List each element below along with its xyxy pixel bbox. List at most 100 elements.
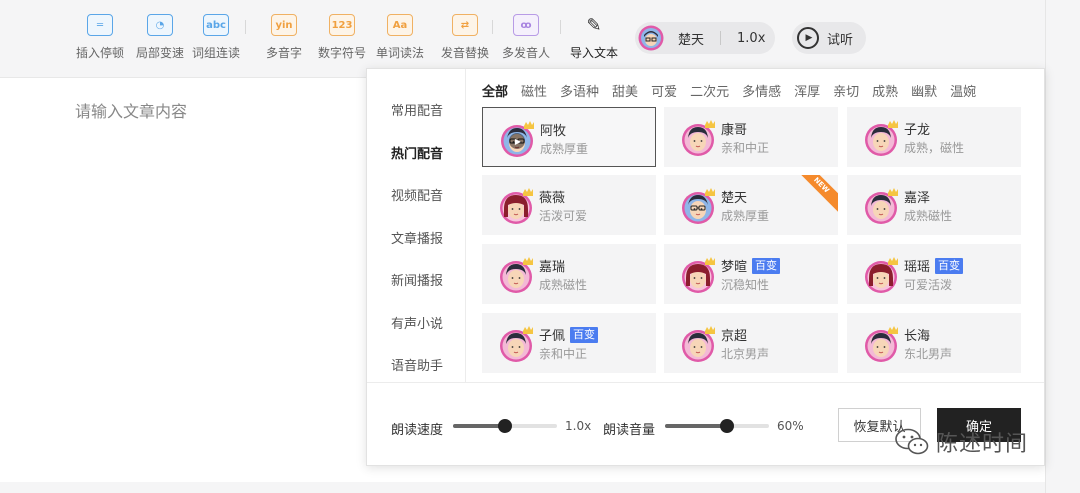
tool-pause-insert[interactable]: ═ 插入停顿 (70, 14, 130, 61)
divider (367, 382, 1044, 383)
right-panel-edge (1045, 0, 1080, 493)
toolbar-separator (492, 20, 493, 34)
voice-description: 北京男声 (721, 347, 770, 361)
tool-import-text[interactable]: ✎ 导入文本 (564, 14, 624, 61)
voice-name: 瑶瑶 (904, 260, 931, 275)
voice-name-row: 瑶瑶 百变 (904, 256, 964, 275)
voice-avatar-icon (680, 119, 716, 157)
voice-avatar-icon (863, 256, 899, 294)
voice-name-row: 阿牧 (540, 120, 566, 139)
watermark-text: 陈述时间 (936, 432, 1029, 457)
volume-slider-fill (665, 424, 728, 428)
tool-number-123[interactable]: 123 数字符号 (312, 14, 372, 61)
voice-card[interactable]: 楚天 成熟厚重 NEW (664, 175, 838, 235)
voice-avatar-icon (680, 187, 716, 225)
category-item[interactable]: 热门配音 (391, 143, 443, 162)
voice-avatar-icon (863, 119, 899, 157)
category-item[interactable]: 视频配音 (391, 185, 443, 204)
toolbar-separator (245, 20, 246, 34)
filter-tag[interactable]: 可爱 (651, 81, 677, 100)
voice-avatar-icon (498, 256, 534, 294)
filter-tag[interactable]: 二次元 (690, 81, 729, 100)
current-voice-name: 楚天 (678, 32, 705, 48)
voice-name-row: 嘉瑞 (539, 256, 565, 275)
listen-button[interactable]: ▶ 试听 (792, 22, 866, 54)
tool-label: 局部变速 (135, 46, 184, 60)
new-ribbon: NEW (791, 175, 838, 215)
swap-icon: ⇄ (452, 14, 478, 36)
voice-card[interactable]: 京超 北京男声 (664, 313, 838, 373)
voice-name-row: 子龙 (904, 119, 930, 138)
voice-card[interactable]: 子龙成熟，磁性 (847, 107, 1021, 167)
voice-name-row: 长海 (904, 325, 930, 344)
voice-name-row: 京超 (721, 325, 747, 344)
voice-card[interactable]: 长海 东北男声 (847, 313, 1021, 373)
filter-tag[interactable]: 多情感 (742, 81, 781, 100)
voice-selector-popup: 常用配音热门配音视频配音文章播报新闻播报有声小说语音助手 全部 磁性 多语种 甜美 可爱… (366, 68, 1045, 466)
voice-name: 京超 (721, 329, 748, 344)
listen-label: 试听 (827, 32, 854, 48)
voice-card[interactable]: 子佩 百变 亲和中正 (482, 313, 656, 373)
filter-tag[interactable]: 多语种 (560, 81, 599, 100)
category-item[interactable]: 语音助手 (391, 355, 443, 374)
voice-avatar-icon (863, 187, 899, 225)
voice-name-row: 康哥 (721, 119, 747, 138)
voice-name: 嘉瑞 (539, 260, 566, 275)
voice-name-row: 楚天 (721, 187, 747, 206)
voice-card[interactable]: 薇薇 活泼可爱 (482, 175, 656, 235)
voice-name-row: 梦暄 百变 (721, 256, 781, 275)
voice-avatar-icon (638, 25, 664, 51)
filter-bar: 全部 磁性 多语种 甜美 可爱 二次元 多情感 浑厚 亲切 成熟 幽默 温婉 (482, 81, 976, 100)
category-item[interactable]: 新闻播报 (391, 270, 443, 289)
filter-tag[interactable]: 幽默 (911, 81, 937, 100)
editor-placeholder[interactable]: 请输入文章内容 (75, 98, 187, 122)
voice-card[interactable]: 康哥 亲和中正 (664, 107, 838, 167)
filter-tag[interactable]: 亲切 (833, 81, 859, 100)
voice-card[interactable]: 嘉泽 成熟磁性 (847, 175, 1021, 235)
voice-card[interactable]: 瑶瑶 百变 可爱活泼 (847, 244, 1021, 304)
filter-tag[interactable]: 成熟 (872, 81, 898, 100)
voice-card[interactable]: ▶ 阿牧成熟厚重 (482, 107, 656, 167)
tool-label: 词组连读 (191, 46, 240, 60)
voice-name: 子佩 (539, 329, 566, 344)
filter-tag[interactable]: 全部 (482, 81, 508, 100)
voice-description: 东北男声 (904, 347, 953, 361)
voice-name: 梦暄 (721, 260, 748, 275)
volume-slider[interactable] (665, 419, 769, 433)
tool-speed-gauge[interactable]: ◔ 局部变速 (130, 14, 190, 61)
speed-slider-handle[interactable] (498, 419, 512, 433)
voice-description: 成熟厚重 (540, 142, 589, 156)
tool-abc[interactable]: abc 词组连读 (186, 14, 246, 61)
voice-name: 楚天 (721, 191, 748, 206)
category-item[interactable]: 文章播报 (391, 228, 443, 247)
tool-yin[interactable]: yin 多音字 (254, 14, 314, 61)
tool-multi-speaker[interactable]: ꝏ 多发音人 (496, 14, 556, 61)
category-item[interactable]: 有声小说 (391, 313, 443, 332)
toolbar-separator (560, 20, 561, 34)
tool-label: 多发音人 (501, 46, 550, 60)
divider (720, 31, 722, 45)
play-icon: ▶ (797, 27, 819, 49)
voice-description: 亲和中正 (539, 347, 588, 361)
voice-name: 子龙 (904, 123, 931, 138)
voice-description: 沉稳知性 (721, 278, 770, 292)
filter-tag[interactable]: 浑厚 (794, 81, 820, 100)
filter-tag[interactable]: 甜美 (612, 81, 638, 100)
speed-slider[interactable] (453, 419, 557, 433)
play-overlay-icon[interactable]: ▶ (509, 133, 525, 149)
current-voice-selector[interactable]: 楚天 1.0x (635, 22, 775, 54)
voice-description: 成熟，磁性 (904, 141, 965, 155)
filter-tag[interactable]: 温婉 (950, 81, 976, 100)
voice-card[interactable]: 梦暄 百变 沉稳知性 (664, 244, 838, 304)
pause-insert-icon: ═ (87, 14, 113, 36)
tool-swap[interactable]: ⇄ 发音替换 (435, 14, 495, 61)
category-item[interactable]: 常用配音 (391, 100, 443, 119)
tool-aa[interactable]: Aa 单词读法 (370, 14, 430, 61)
wechat-icon (895, 428, 929, 455)
voice-card[interactable]: 嘉瑞 成熟磁性 (482, 244, 656, 304)
filter-tag[interactable]: 磁性 (521, 81, 547, 100)
volume-slider-handle[interactable] (720, 419, 735, 433)
voice-name-row: 嘉泽 (904, 187, 930, 206)
abc-icon: abc (203, 14, 229, 36)
current-voice-speed: 1.0x (737, 30, 766, 46)
